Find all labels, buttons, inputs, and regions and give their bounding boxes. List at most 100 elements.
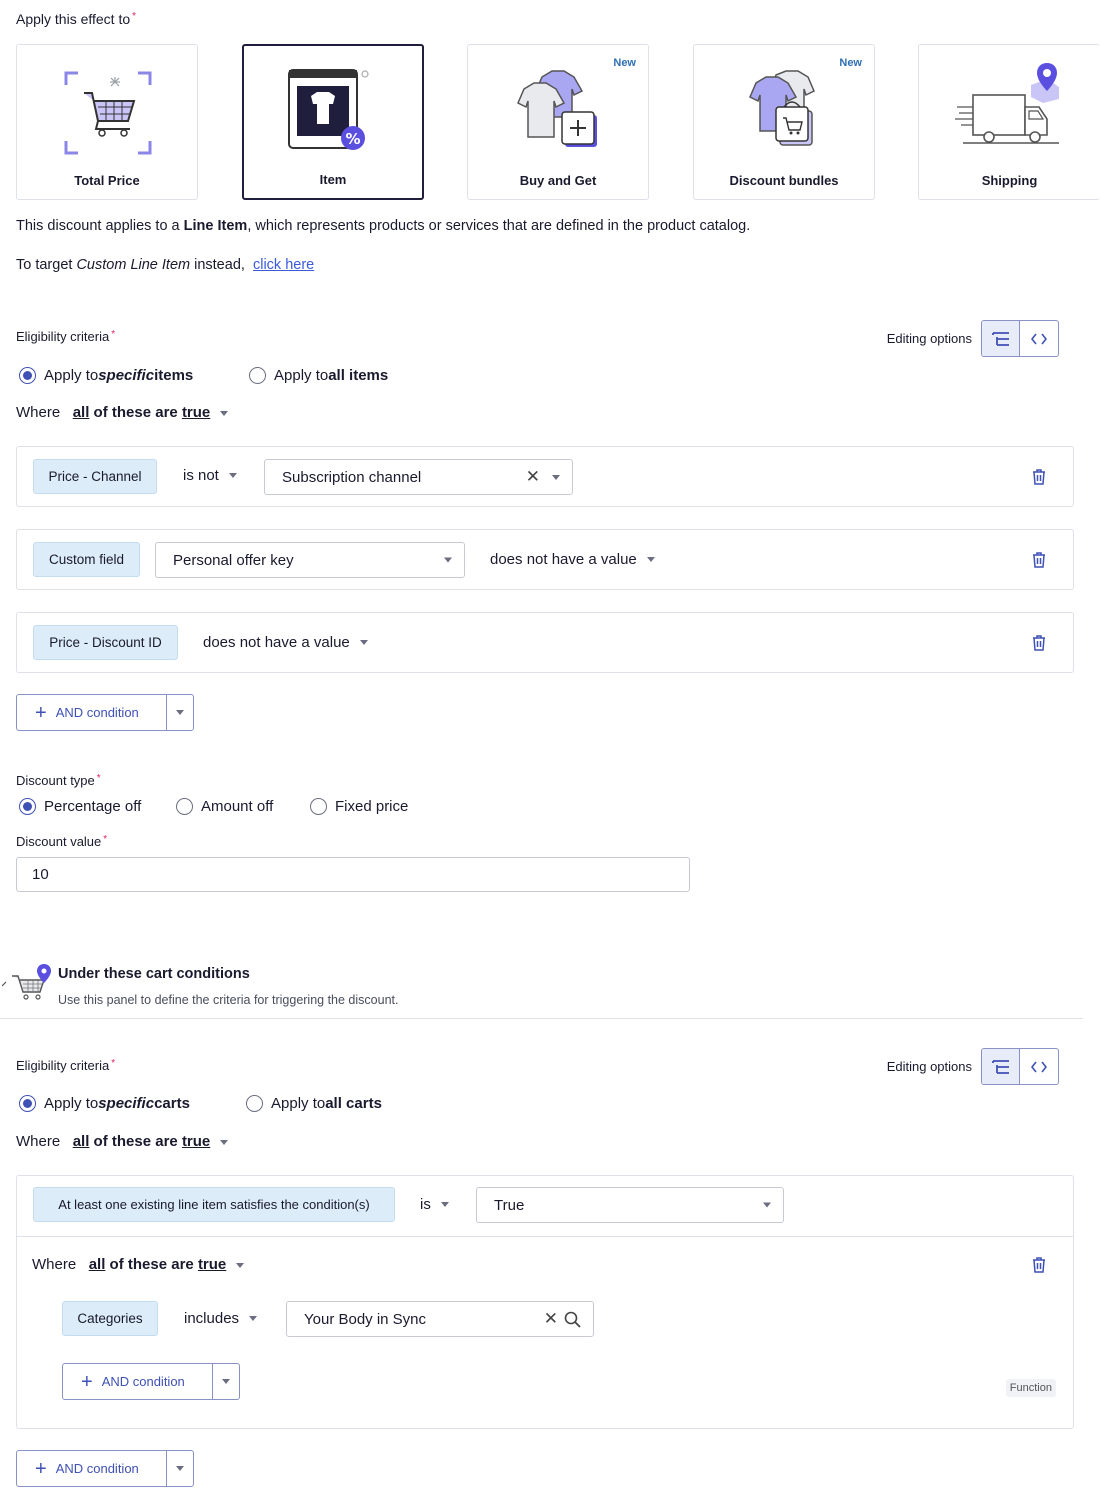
tree-view-button[interactable] bbox=[982, 321, 1020, 356]
apply-to-all-items-radio[interactable]: Apply to all items bbox=[249, 367, 388, 384]
eligibility-criteria-label: Eligibility criteria * bbox=[16, 329, 116, 344]
chevron-down-icon bbox=[176, 1466, 184, 1471]
tshirt-discount-icon: % bbox=[288, 69, 369, 150]
chevron-down-icon bbox=[444, 557, 452, 563]
clear-icon[interactable]: ✕ bbox=[526, 467, 540, 487]
operator-dropdown[interactable]: includes bbox=[184, 1310, 258, 1327]
plus-icon: + bbox=[81, 1370, 93, 1393]
nested-where-selector[interactable]: Where all of these are true bbox=[32, 1256, 245, 1273]
discount-value-input[interactable]: 10 bbox=[16, 857, 690, 892]
discount-value-label: Discount value * bbox=[16, 834, 108, 849]
apply-to-specific-items-radio[interactable]: Apply to specific items bbox=[19, 367, 193, 384]
editing-options-label: Editing options bbox=[886, 1059, 972, 1074]
delete-icon[interactable] bbox=[1031, 634, 1047, 652]
fixed-price-radio[interactable]: Fixed price bbox=[310, 798, 408, 815]
and-condition-menu[interactable] bbox=[167, 695, 193, 730]
add-and-condition[interactable]: + AND condition bbox=[17, 1451, 167, 1486]
value-select[interactable]: Subscription channel ✕ bbox=[264, 459, 573, 495]
effect-card-total-price[interactable]: Total Price bbox=[16, 44, 198, 200]
cart-and-condition-button[interactable]: + AND condition bbox=[16, 1450, 194, 1487]
plus-icon: + bbox=[35, 1457, 47, 1480]
effect-card-discount-bundles[interactable]: New Discount bundles bbox=[693, 44, 875, 200]
category-value-select[interactable]: Your Body in Sync ✕ bbox=[286, 1301, 594, 1337]
radio-dot bbox=[19, 1095, 36, 1112]
delete-icon[interactable] bbox=[1031, 551, 1047, 569]
card-label: Item bbox=[319, 172, 347, 187]
add-and-condition[interactable]: + AND condition bbox=[63, 1364, 213, 1399]
operator-dropdown[interactable]: is bbox=[420, 1196, 449, 1213]
field-chip[interactable]: Price - Discount ID bbox=[33, 625, 178, 660]
effect-card-buy-and-get[interactable]: New Buy and Get bbox=[467, 44, 649, 200]
new-badge: New bbox=[839, 57, 862, 69]
field-chip[interactable]: Custom field bbox=[33, 542, 140, 577]
code-view-button[interactable] bbox=[1020, 321, 1058, 356]
cart-condition-group: At least one existing line item satisfie… bbox=[16, 1175, 1074, 1429]
field-chip[interactable]: Categories bbox=[62, 1301, 158, 1336]
condition-row: Price - Discount ID does not have a valu… bbox=[16, 612, 1074, 673]
card-label: Buy and Get bbox=[519, 173, 597, 188]
chevron-down-icon bbox=[440, 1202, 449, 1207]
cart-eligibility-criteria-label: Eligibility criteria * bbox=[16, 1058, 116, 1073]
operator-dropdown[interactable]: does not have a value bbox=[203, 634, 368, 651]
svg-text:%: % bbox=[345, 130, 360, 148]
cart-conditions-title: Under these cart conditions bbox=[58, 966, 250, 982]
apply-to-all-carts-radio[interactable]: Apply to all carts bbox=[246, 1095, 382, 1112]
radio-dot bbox=[246, 1095, 263, 1112]
field-chip[interactable]: Price - Channel bbox=[33, 459, 157, 494]
divider bbox=[17, 1236, 1073, 1237]
condition-row: Custom field Personal offer key does not… bbox=[16, 529, 1074, 590]
radio-dot bbox=[176, 798, 193, 815]
code-view-button[interactable] bbox=[1020, 1049, 1058, 1084]
cart-conditions-subtitle: Use this panel to define the criteria fo… bbox=[58, 993, 399, 1007]
code-icon bbox=[1031, 1061, 1047, 1072]
where-all-true-selector[interactable]: Where all of these are true bbox=[16, 404, 229, 421]
apply-effect-label: Apply this effect to * bbox=[16, 11, 137, 27]
radio-dot bbox=[19, 367, 36, 384]
operator-dropdown[interactable]: does not have a value bbox=[490, 551, 655, 568]
plus-icon: + bbox=[35, 701, 47, 724]
nested-and-condition-button[interactable]: + AND condition bbox=[62, 1363, 240, 1400]
cart-editing-options: Editing options bbox=[887, 1048, 1059, 1085]
and-condition-menu[interactable] bbox=[213, 1364, 239, 1399]
and-condition-menu[interactable] bbox=[167, 1451, 193, 1486]
operator-dropdown[interactable]: is not bbox=[183, 467, 237, 484]
tree-view-button[interactable] bbox=[982, 1049, 1020, 1084]
amount-off-radio[interactable]: Amount off bbox=[176, 798, 273, 815]
effect-card-item[interactable]: % Item bbox=[242, 44, 424, 200]
custom-field-select[interactable]: Personal offer key bbox=[155, 542, 465, 578]
chevron-down-icon bbox=[646, 557, 655, 562]
clear-icon[interactable]: ✕ bbox=[544, 1309, 558, 1329]
radio-dot bbox=[249, 367, 266, 384]
value-select[interactable]: True bbox=[476, 1187, 784, 1223]
chevron-down-icon bbox=[763, 1202, 771, 1208]
list-tree-icon bbox=[991, 331, 1009, 346]
search-icon[interactable] bbox=[564, 1311, 581, 1328]
truck-location-icon bbox=[955, 63, 1059, 144]
chevron-down-icon bbox=[220, 410, 229, 416]
cart-where-all-true-selector[interactable]: Where all of these are true bbox=[16, 1133, 229, 1150]
chevron-down-icon bbox=[222, 1379, 230, 1384]
discount-type-label: Discount type * bbox=[16, 773, 101, 788]
function-tag: Function bbox=[1005, 1379, 1056, 1397]
and-condition-button[interactable]: + AND condition bbox=[16, 694, 194, 731]
delete-icon[interactable] bbox=[1031, 468, 1047, 486]
divider bbox=[0, 1018, 1083, 1019]
chevron-down-icon bbox=[359, 640, 368, 645]
bundle-bag-icon bbox=[749, 70, 815, 146]
add-and-condition[interactable]: + AND condition bbox=[17, 695, 167, 730]
radio-dot bbox=[310, 798, 327, 815]
card-label: Shipping bbox=[981, 173, 1038, 188]
percentage-off-radio[interactable]: Percentage off bbox=[19, 798, 141, 815]
cart-location-icon bbox=[2, 964, 51, 1000]
apply-to-specific-carts-radio[interactable]: Apply to specific carts bbox=[19, 1095, 190, 1112]
condition-row: Price - Channel is not Subscription chan… bbox=[16, 446, 1074, 507]
chevron-down-icon bbox=[236, 1262, 245, 1268]
field-chip[interactable]: At least one existing line item satisfie… bbox=[33, 1187, 395, 1222]
custom-line-item-hint: To target Custom Line Item instead, clic… bbox=[16, 257, 315, 273]
delete-icon[interactable] bbox=[1031, 1256, 1047, 1274]
line-item-description: This discount applies to a Line Item, wh… bbox=[16, 218, 751, 234]
click-here-link[interactable]: click here bbox=[253, 257, 314, 273]
shirts-plus-icon bbox=[517, 70, 597, 147]
editing-options-label: Editing options bbox=[886, 331, 972, 346]
effect-card-shipping[interactable]: Shipping bbox=[918, 44, 1100, 200]
